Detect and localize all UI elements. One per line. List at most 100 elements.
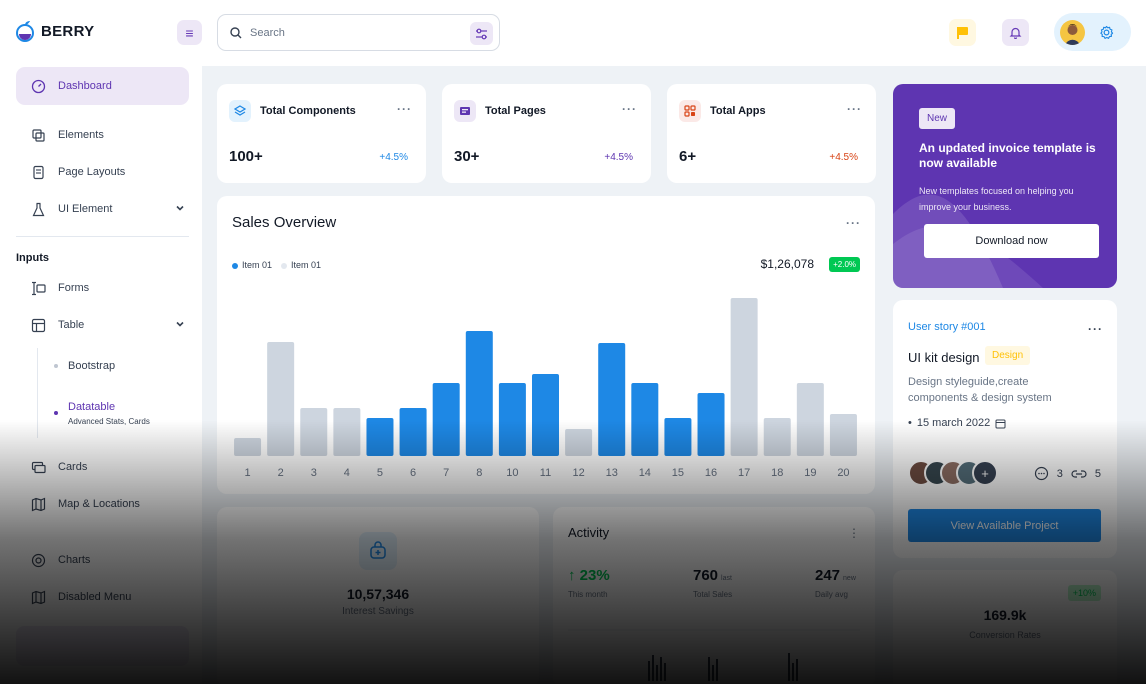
chart-bar[interactable] [829,414,857,456]
chart-bar[interactable] [432,383,460,456]
chart-bar[interactable] [796,383,824,456]
comment-icon [1034,466,1048,481]
sales-overview-card: Sales Overview ··· Item 01 Item 01 $1,26… [217,196,875,494]
chart-bar[interactable] [333,408,361,456]
chart-bar[interactable] [565,429,593,456]
stat-title: Total Pages [485,105,546,117]
flag-button[interactable] [949,19,976,46]
datatable-text: Datatable Advanced Stats, Cards [68,401,150,426]
more-icon[interactable]: ··· [1088,322,1103,336]
chart-x-tick-label: 20 [837,467,849,479]
menu-toggle-button[interactable]: ≡ [177,20,202,45]
map-icon [30,496,46,512]
chart-legend: Item 01 Item 01 [232,260,321,270]
gear-icon [1100,25,1114,39]
sidebar-item-cards[interactable]: Cards [16,448,189,486]
notifications-button[interactable] [1002,19,1029,46]
flag-icon [957,27,968,39]
chart-bar[interactable] [498,383,526,456]
add-member-icon[interactable]: + [972,460,998,486]
download-button[interactable]: Download now [924,224,1099,258]
more-icon[interactable]: ··· [397,102,412,116]
legend-item[interactable]: Item 01 [232,260,272,270]
bullet-icon [54,364,58,368]
table-icon [30,317,46,333]
stat-value: 6+ [679,148,697,165]
cursor-text-icon [30,280,46,296]
sidebar-subitem-bootstrap[interactable]: Bootstrap [54,360,115,372]
stat-value: 100+ [229,148,263,165]
chart-bar[interactable] [399,408,427,456]
stat-card-pages: Total Pages ··· 30+ +4.5% [442,84,651,183]
sidebar-item-map[interactable]: Map & Locations [16,485,189,523]
chart-bar[interactable] [763,418,791,456]
chart-x-tick-label: 16 [705,467,717,479]
brand-logo[interactable]: BERRY [15,20,94,42]
chart-x-tick-label: 4 [344,467,350,479]
chart-x-tick-label: 6 [410,467,416,479]
more-icon[interactable]: ··· [622,102,637,116]
sidebar-item-table[interactable]: Table [16,306,189,344]
chart-bar[interactable] [598,343,626,456]
dashboard-icon [30,78,46,94]
chart-bar[interactable] [664,418,692,456]
sidebar-item-disabled-menu: Disabled Menu [16,578,189,616]
sidebar-item-label: Elements [58,129,104,141]
kebab-menu-icon[interactable]: ⋮ [848,526,860,540]
piggy-bank-icon [359,532,397,570]
sidebar-item-label: Disabled Menu [58,591,132,603]
sidebar-item-dashboard[interactable]: Dashboard [16,67,189,105]
chart-bar[interactable] [300,408,328,456]
sidebar-item-elements[interactable]: Elements [16,116,189,154]
chart-bar[interactable] [234,438,262,456]
legend-item[interactable]: Item 01 [281,260,321,270]
sidebar-item-label: Dashboard [58,80,112,92]
sidebar-item-page-layouts[interactable]: Page Layouts [16,153,189,191]
user-story-card: User story #001 ··· UI kit design Design… [893,300,1117,558]
bullet-icon [54,411,58,415]
link-icon [1071,469,1087,478]
sidebar-subitem-label: Datatable [68,401,116,413]
sidebar-subitem-datatable[interactable]: Datatable Advanced Stats, Cards [54,401,150,426]
activity-stat: 760 last Total Sales [693,567,733,599]
brush-icon [30,127,46,143]
apps-icon [679,100,701,122]
chart-x-tick-label: 8 [476,467,482,479]
profile-menu[interactable] [1054,13,1131,51]
search-bar [217,14,500,51]
chart-bar[interactable] [697,393,725,456]
view-project-button[interactable]: View Available Project [908,509,1101,542]
sidebar-item-charts[interactable]: Charts [16,541,189,579]
chart-bar[interactable] [631,383,659,456]
stat-title: Total Apps [710,105,766,117]
activity-mini-chart [568,629,860,681]
savings-value: 10,57,346 [346,586,410,602]
activity-card: Activity ⋮ ↑ 23% This month 760 last Tota… [553,507,875,684]
sidebar-subitem-caption: Advanced Stats, Cards [68,417,150,426]
bell-icon [1009,27,1022,39]
sidebar-item-label: Cards [58,461,88,473]
stat-change: +4.5% [379,152,408,163]
sliders-icon [476,28,487,39]
promo-title: An updated invoice template is now avail… [919,141,1096,170]
sidebar-item-label: Map & Locations [58,498,140,510]
more-icon[interactable]: ··· [847,102,862,116]
chart-bar[interactable] [267,342,295,456]
sidebar-item-ui-element[interactable]: UI Element [16,190,189,228]
search-input[interactable] [250,26,450,39]
sidebar-item-forms[interactable]: Forms [16,269,189,307]
chart-x-tick-label: 1 [244,467,250,479]
chevron-down-icon [176,205,184,211]
chart-bar[interactable] [366,418,394,456]
chart-bar[interactable] [532,374,559,456]
more-icon[interactable]: ··· [846,216,861,230]
berry-icon [16,21,34,42]
stat-change: +4.5% [604,152,633,163]
chart-bar[interactable] [465,331,493,456]
sidebar-footer-card[interactable] [16,626,189,666]
savings-label: Interest Savings [342,606,414,617]
sidebar: Dashboard Elements Page Layouts UI Eleme… [0,66,202,684]
chart-bar[interactable] [730,298,758,456]
filter-button[interactable] [470,22,493,45]
stat-value: 30+ [454,148,480,165]
